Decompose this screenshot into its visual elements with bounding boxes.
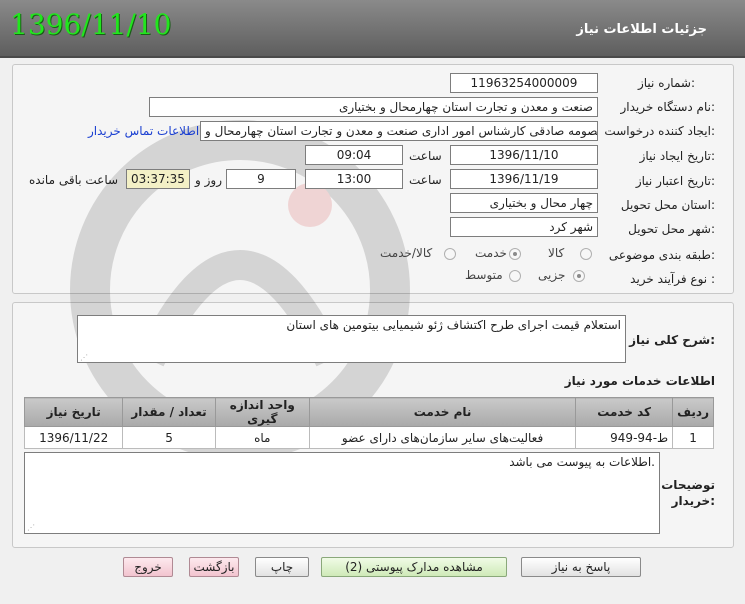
notes-resize-icon[interactable]: ⋰ (27, 524, 35, 532)
view-documents-button[interactable]: مشاهده مدارک پیوستی (2) (321, 557, 507, 577)
category-goods-radio[interactable] (580, 248, 592, 260)
city-field: شهر کرد (450, 217, 598, 237)
print-button[interactable]: چاپ (255, 557, 309, 577)
process-medium-radio[interactable] (509, 270, 521, 282)
summary-textarea[interactable]: استعلام قیمت اجرای طرح اکتشاف ژئو شیمیای… (77, 315, 626, 363)
col-index: ردیف (672, 397, 714, 427)
days-label: روز و (195, 173, 222, 187)
cell-name: فعالیت‌های سایر سازمان‌های دارای عضو (308, 426, 577, 449)
buyer-org-label: نام دستگاه خریدار: (620, 100, 716, 114)
remaining-days-field: 9 (226, 169, 296, 189)
process-minor-radio[interactable] (573, 270, 585, 282)
cell-date: 1396/11/22 (23, 426, 124, 449)
created-time-label: ساعت (409, 149, 442, 163)
city-label: شهر محل تحویل: (628, 222, 715, 236)
created-time-field: 09:04 (305, 145, 403, 165)
summary-label: شرح کلی نیاز: (629, 333, 715, 347)
requester-label: ایجاد کننده درخواست: (604, 124, 715, 138)
remaining-label: ساعت باقی مانده (29, 173, 119, 187)
category-goods-service-radio[interactable] (444, 248, 456, 260)
validity-time-label: ساعت (409, 173, 442, 187)
services-table: ردیف کد خدمت نام خدمت واحد اندازه گیری ت… (23, 397, 714, 449)
province-label: استان محل تحویل: (620, 198, 715, 212)
buyer-org-field: صنعت و معدن و تجارت استان چهارمحال و بخت… (149, 97, 598, 117)
category-service-label: خدمت (475, 246, 507, 260)
table-row: 1 ط-94-949 فعالیت‌های سایر سازمان‌های دا… (23, 426, 714, 449)
need-number-field: 11963254000009 (450, 73, 598, 93)
col-date: تاریخ نیاز (23, 397, 124, 427)
category-label: طبقه بندی موضوعی: (608, 248, 715, 262)
remaining-time-field: 03:37:35 (126, 169, 190, 189)
back-button[interactable]: بازگشت (189, 557, 239, 577)
exit-button[interactable]: خروج (123, 557, 173, 577)
reply-button[interactable]: پاسخ به نیاز (521, 557, 641, 577)
requester-field: معصومه صادقی کارشناس امور اداری صنعت و م… (200, 121, 598, 141)
page-title: جزئیات اطلاعات نیاز (576, 22, 707, 37)
services-title: اطلاعات خدمات مورد نیاز (564, 374, 715, 388)
buyer-notes-textarea[interactable]: اطلاعات به پیوست می باشد. (24, 452, 660, 534)
need-number-label: شماره نیاز: (637, 76, 695, 90)
col-unit: واحد اندازه گیری (214, 397, 310, 427)
header-date: 1396/11/10 (10, 8, 172, 41)
cell-index: 1 (672, 426, 714, 449)
page-header: جزئیات اطلاعات نیاز 1396/11/10 (0, 0, 745, 58)
buyer-contact-link[interactable]: اطلاعات تماس خریدار (88, 124, 199, 138)
category-goods-label: کالا (548, 246, 565, 260)
validity-date-field: 1396/11/19 (450, 169, 598, 189)
category-service-radio[interactable] (509, 248, 521, 260)
col-code: کد خدمت (575, 397, 674, 427)
cell-code: ط-94-949 (575, 426, 674, 449)
buyer-notes-label-2: خریدار: (671, 494, 715, 508)
buyer-notes-label-1: توضیحات (661, 478, 715, 492)
col-qty: تعداد / مقدار (122, 397, 216, 427)
summary-resize-icon[interactable]: ⋰ (80, 354, 88, 362)
process-medium-label: متوسط (465, 268, 503, 282)
validity-time-field: 13:00 (305, 169, 403, 189)
validity-date-label: تاریخ اعتبار نیاز: (635, 174, 715, 188)
province-field: چهار محال و بختیاری (450, 193, 598, 213)
cell-qty: 5 (122, 426, 216, 449)
process-minor-label: جزیی (538, 268, 566, 282)
cell-unit: ماه (214, 426, 310, 449)
col-name: نام خدمت (308, 397, 577, 427)
category-goods-service-label: کالا/خدمت (380, 246, 433, 260)
created-date-label: تاریخ ایجاد نیاز: (639, 149, 715, 163)
process-label: نوع فرآیند خرید : (630, 272, 715, 286)
created-date-field: 1396/11/10 (450, 145, 598, 165)
